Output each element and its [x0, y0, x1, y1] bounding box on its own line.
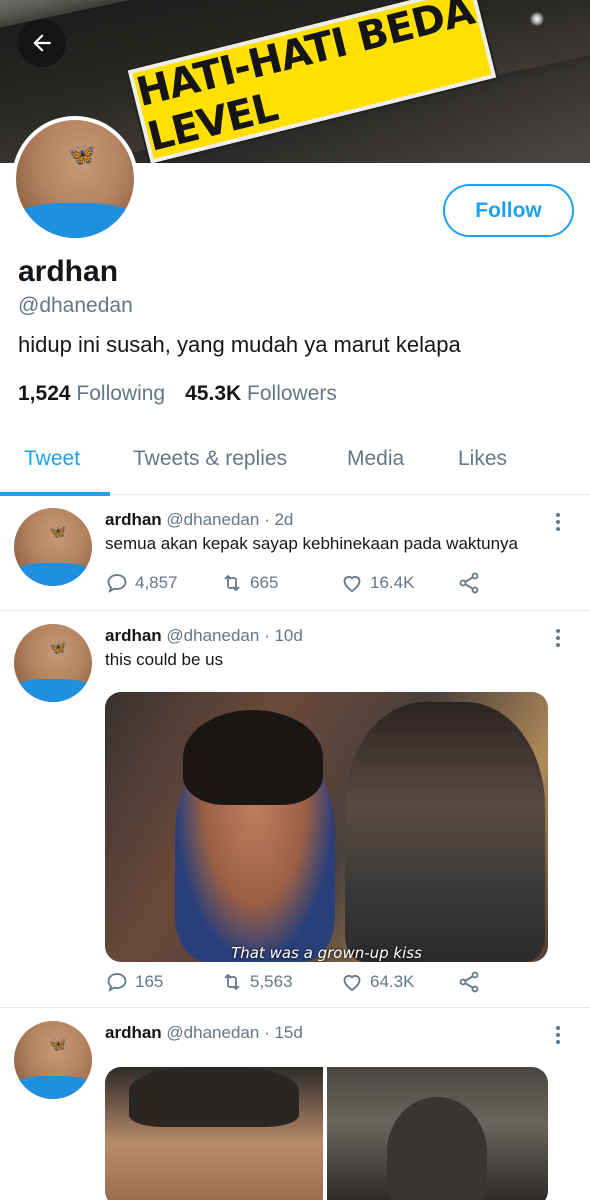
photo-hair [183, 710, 323, 805]
tweet-text: this could be us [105, 650, 224, 669]
media-photo-left[interactable] [105, 1067, 323, 1200]
reply-icon [107, 574, 127, 593]
share-icon [459, 572, 479, 594]
tweet-author-handle: @dhanedan [166, 510, 260, 529]
avatar-image: 🦋 [14, 624, 92, 702]
butterfly-tattoo-icon: 🦋 [48, 639, 67, 656]
tweet-author-name[interactable]: ardhan [105, 626, 162, 645]
heart-icon [343, 575, 361, 593]
tweet-avatar[interactable]: 🦋 [14, 1021, 92, 1099]
banner-light [530, 12, 544, 26]
tweet-item[interactable]: 🦋 ardhan @dhanedan · 10d this could be u… [0, 612, 590, 1008]
retweet-count: 665 [250, 573, 279, 592]
avatar-image: 🦋 [14, 508, 92, 586]
butterfly-tattoo-icon: 🦋 [48, 1036, 67, 1053]
tweet-actions: 4,857 665 16.4K [105, 571, 505, 601]
photo-person-right [345, 702, 545, 962]
more-options-icon[interactable] [548, 624, 568, 652]
separator-dot: · [264, 510, 270, 529]
tweet-time: 2d [274, 510, 294, 529]
retweet-button[interactable]: 665 [220, 571, 278, 595]
separator-dot: · [264, 626, 270, 645]
reply-button[interactable]: 165 [105, 970, 163, 994]
followers-count: 45.3K [185, 382, 242, 405]
tab-media[interactable]: Media [347, 447, 404, 471]
followers-stat[interactable]: 45.3K Followers [185, 382, 337, 406]
reply-button[interactable]: 4,857 [105, 571, 178, 595]
avatar-image: 🦋 [14, 1021, 92, 1099]
following-count: 1,524 [18, 382, 71, 405]
tweet-time: 15d [274, 1023, 303, 1042]
profile-handle: @dhanedan [18, 294, 133, 317]
profile-avatar[interactable]: 🦋 [12, 116, 138, 242]
share-button[interactable] [457, 970, 481, 994]
tab-tweet[interactable]: Tweet [24, 447, 80, 471]
like-button[interactable]: 16.4K [340, 571, 414, 595]
separator-dot: · [264, 1023, 270, 1042]
share-button[interactable] [457, 571, 481, 595]
retweet-icon [224, 575, 240, 591]
reply-count: 4,857 [135, 573, 178, 592]
back-button[interactable] [18, 19, 66, 67]
tweet-avatar[interactable]: 🦋 [14, 624, 92, 702]
media-photo-right[interactable] [327, 1067, 548, 1200]
profile-name: ardhan [18, 255, 119, 288]
tweet-header: ardhan @dhanedan · 2d [105, 510, 293, 530]
like-count: 16.4K [370, 573, 415, 592]
follow-button[interactable]: Follow [443, 184, 574, 237]
tweet-time: 10d [274, 626, 303, 645]
profile-bio: hidup ini susah, yang mudah ya marut kel… [18, 332, 461, 357]
retweet-icon [224, 974, 240, 990]
media-caption: That was a grown-up kiss [231, 944, 422, 962]
tab-tweets-replies[interactable]: Tweets & replies [133, 447, 287, 471]
arrow-left-icon [33, 34, 51, 52]
tweet-media-image[interactable] [105, 1067, 548, 1200]
tweet-author-name[interactable]: ardhan [105, 510, 162, 529]
retweet-button[interactable]: 5,563 [220, 970, 293, 994]
reply-icon [107, 973, 127, 992]
heart-icon [343, 974, 361, 992]
followers-label: Followers [247, 382, 337, 405]
like-button[interactable]: 64.3K [340, 970, 414, 994]
tweet-author-handle: @dhanedan [166, 626, 260, 645]
retweet-count: 5,563 [250, 972, 293, 991]
tweet-text: semua akan kepak sayap kebhinekaan pada … [105, 534, 519, 553]
butterfly-tattoo-icon: 🦋 [48, 523, 67, 540]
tweet-item[interactable]: 🦋 ardhan @dhanedan · 15d [0, 1009, 590, 1200]
more-options-icon[interactable] [548, 508, 568, 536]
tweet-item[interactable]: 🦋 ardhan @dhanedan · 2d semua akan kepak… [0, 496, 590, 611]
tweet-media-image[interactable]: That was a grown-up kiss [105, 692, 548, 962]
reply-count: 165 [135, 972, 164, 991]
share-icon [459, 971, 479, 993]
profile-stats: 1,524 Following 45.3K Followers [18, 382, 337, 406]
like-count: 64.3K [370, 972, 415, 991]
following-label: Following [76, 382, 166, 405]
avatar-image: 🦋 [16, 120, 134, 238]
more-options-icon[interactable] [548, 1021, 568, 1049]
tab-likes[interactable]: Likes [458, 447, 507, 471]
tweet-actions: 165 5,563 64.3K [105, 970, 505, 1000]
following-stat[interactable]: 1,524 Following [18, 382, 165, 406]
profile-tabs: Tweet Tweets & replies Media Likes [0, 433, 590, 496]
tweet-avatar[interactable]: 🦋 [14, 508, 92, 586]
tweet-author-name[interactable]: ardhan [105, 1023, 162, 1042]
tweet-header: ardhan @dhanedan · 10d [105, 626, 303, 646]
butterfly-tattoo-icon: 🦋 [68, 142, 96, 168]
tweet-header: ardhan @dhanedan · 15d [105, 1023, 303, 1043]
tweet-author-handle: @dhanedan [166, 1023, 260, 1042]
